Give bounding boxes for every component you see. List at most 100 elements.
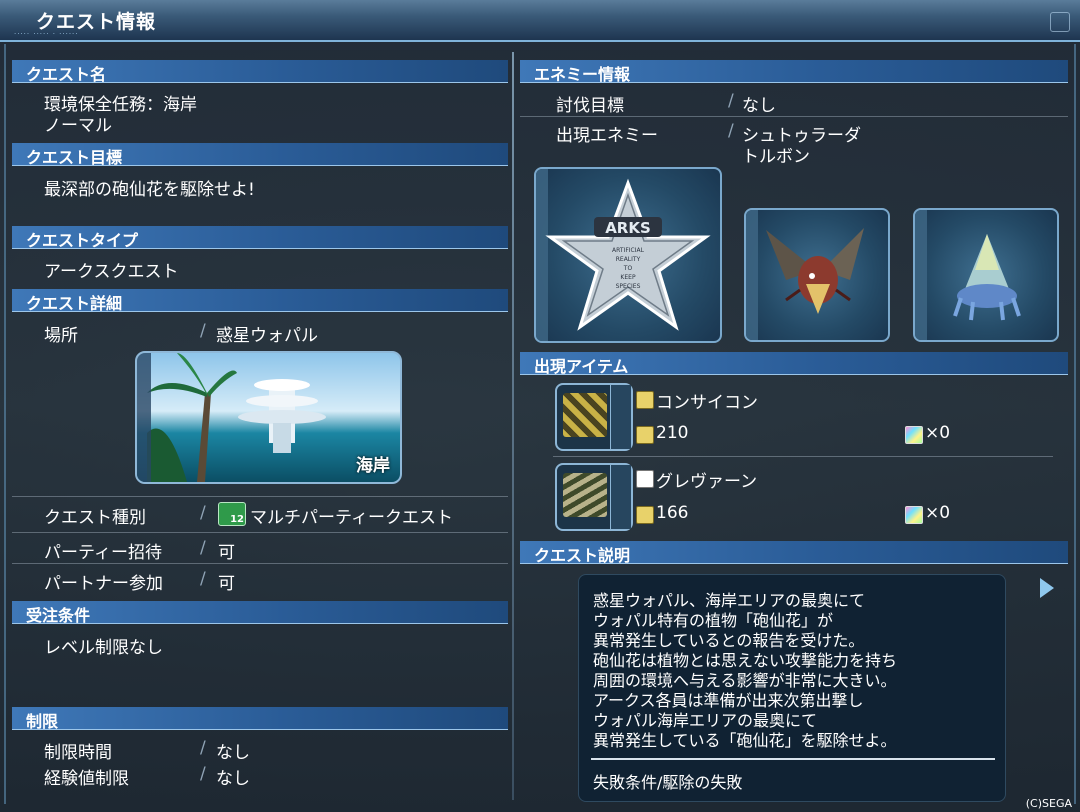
close-icon[interactable] bbox=[1050, 12, 1070, 32]
section-quest-type-label: クエストタイプ bbox=[26, 231, 139, 250]
time-limit-label: 制限時間 bbox=[44, 743, 112, 763]
section-order-conditions: 受注条件 bbox=[12, 601, 508, 625]
appear-enemy-label: 出現エネミー bbox=[556, 126, 658, 146]
thumbnail-edge bbox=[137, 353, 151, 482]
enemy-card-arks-emblem[interactable]: ARKS ARTIFICIAL REALITY TO KEEP SPECIES bbox=[534, 167, 722, 343]
frame-left bbox=[4, 44, 6, 804]
separator-slash: / bbox=[728, 91, 734, 111]
separator-slash: / bbox=[200, 738, 206, 758]
arks-star-emblem-icon: ARKS ARTIFICIAL REALITY TO KEEP SPECIES bbox=[545, 178, 711, 331]
section-quest-detail: クエスト詳細 bbox=[12, 289, 508, 313]
next-page-arrow-icon[interactable] bbox=[1040, 578, 1054, 598]
section-items: 出現アイテム bbox=[520, 352, 1068, 376]
row-divider bbox=[520, 116, 1068, 117]
section-order-conditions-label: 受注条件 bbox=[26, 606, 91, 625]
level-icon bbox=[636, 506, 654, 524]
quest-kind-value: マルチパーティークエスト bbox=[250, 508, 453, 528]
level-icon bbox=[636, 426, 654, 444]
emblem-text-line: TO bbox=[623, 265, 633, 272]
description-separator bbox=[591, 758, 995, 760]
separator-slash: / bbox=[200, 538, 206, 558]
item-tab bbox=[610, 465, 631, 529]
tower-image bbox=[238, 379, 326, 453]
separator-slash: / bbox=[728, 121, 734, 141]
row-divider bbox=[12, 563, 508, 564]
gem-icon bbox=[905, 426, 923, 444]
section-enemy-info-label: エネミー情報 bbox=[534, 65, 631, 84]
separator-slash: / bbox=[200, 321, 206, 341]
copyright: (C)SEGA bbox=[1025, 797, 1072, 810]
appear-enemy-2: トルボン bbox=[742, 147, 810, 167]
item-1-weapon-icon bbox=[563, 393, 607, 437]
emblem-text-line: ARTIFICIAL bbox=[612, 247, 645, 254]
enemy-card-shutulada[interactable] bbox=[744, 208, 890, 342]
row-divider bbox=[12, 532, 508, 533]
exp-limit-value: なし bbox=[216, 769, 250, 789]
separator-slash: / bbox=[200, 764, 206, 784]
order-conditions-text: レベル制限なし bbox=[44, 638, 163, 658]
section-quest-name-label: クエスト名 bbox=[26, 65, 107, 84]
section-quest-goal: クエスト目標 bbox=[12, 143, 508, 167]
torubon-shell-icon bbox=[953, 234, 1021, 321]
section-quest-type: クエストタイプ bbox=[12, 226, 508, 250]
section-limits-label: 制限 bbox=[26, 712, 59, 731]
weapon-category-icon bbox=[636, 391, 654, 409]
multi-party-badge: 12 bbox=[230, 514, 244, 525]
row-divider bbox=[12, 496, 508, 497]
column-divider bbox=[512, 52, 514, 800]
partner-join-value: 可 bbox=[218, 574, 235, 594]
separator-slash: / bbox=[200, 503, 206, 523]
item-1-count: ×0 bbox=[925, 423, 951, 443]
title-bar: クエスト情報 ..... ..... . ...... bbox=[0, 0, 1080, 42]
section-enemy-info: エネミー情報 bbox=[520, 60, 1068, 84]
time-limit-value: なし bbox=[216, 743, 250, 763]
emblem-arks-text: ARKS bbox=[605, 219, 651, 237]
section-quest-detail-label: クエスト詳細 bbox=[26, 294, 123, 313]
description-panel[interactable]: 惑星ウォパル、海岸エリアの最奥にて ウォパル特有の植物「砲仙花」が 異常発生して… bbox=[578, 574, 1006, 802]
quest-goal-text: 最深部の砲仙花を駆除せよ! bbox=[44, 180, 255, 200]
window-subtitle: ..... ..... . ...... bbox=[14, 28, 79, 36]
gem-icon bbox=[905, 506, 923, 524]
item-2-count: ×0 bbox=[925, 503, 951, 523]
target-label: 討伐目標 bbox=[556, 96, 624, 116]
quest-kind-label: クエスト種別 bbox=[44, 508, 146, 528]
section-description-label: クエスト説明 bbox=[534, 546, 631, 565]
multi-party-icon: 12 bbox=[218, 502, 246, 526]
quest-type-text: アークスクエスト bbox=[44, 262, 179, 282]
target-value: なし bbox=[742, 96, 776, 116]
description-line: 異常発生している「砲仙花」を駆除せよ。 bbox=[593, 731, 897, 750]
item-2-image[interactable] bbox=[555, 463, 633, 531]
separator-slash: / bbox=[200, 569, 206, 589]
item-1-image[interactable] bbox=[555, 383, 633, 451]
weapon-category-icon bbox=[636, 470, 654, 488]
location-label: 場所 bbox=[44, 326, 78, 346]
section-items-label: 出現アイテム bbox=[534, 357, 629, 376]
exp-limit-label: 経験値制限 bbox=[44, 769, 129, 789]
section-description: クエスト説明 bbox=[520, 541, 1068, 565]
item-2-name: グレヴァーン bbox=[656, 472, 758, 492]
quest-difficulty: ノーマル bbox=[44, 116, 112, 136]
quest-info-window: クエスト情報 ..... ..... . ...... クエスト名 環境保全任務… bbox=[0, 0, 1080, 812]
location-value: 惑星ウォパル bbox=[216, 326, 318, 346]
item-1-level: 210 bbox=[656, 423, 689, 443]
thumbnail-caption: 海岸 bbox=[356, 456, 390, 476]
row-divider bbox=[553, 456, 1053, 457]
party-invite-value: 可 bbox=[218, 543, 235, 563]
emblem-text-line: SPECIES bbox=[616, 283, 641, 290]
item-tab bbox=[610, 385, 631, 449]
location-thumbnail: 海岸 bbox=[135, 351, 402, 484]
partner-join-label: パートナー参加 bbox=[44, 574, 163, 594]
party-invite-label: パーティー招待 bbox=[44, 543, 162, 563]
emblem-text-line: REALITY bbox=[616, 256, 641, 263]
item-2-level: 166 bbox=[656, 503, 689, 523]
section-quest-name: クエスト名 bbox=[12, 60, 508, 84]
emblem-text-line: KEEP bbox=[620, 274, 636, 281]
enemy-card-torubon[interactable] bbox=[913, 208, 1059, 342]
shutulada-bird-icon bbox=[766, 228, 864, 314]
item-2-weapon-icon bbox=[563, 473, 607, 517]
section-quest-goal-label: クエスト目標 bbox=[26, 148, 123, 167]
item-1-name: コンサイコン bbox=[656, 393, 758, 413]
section-limits: 制限 bbox=[12, 707, 508, 731]
frame-right bbox=[1074, 44, 1076, 804]
fail-condition: 失敗条件/駆除の失敗 bbox=[593, 773, 743, 792]
